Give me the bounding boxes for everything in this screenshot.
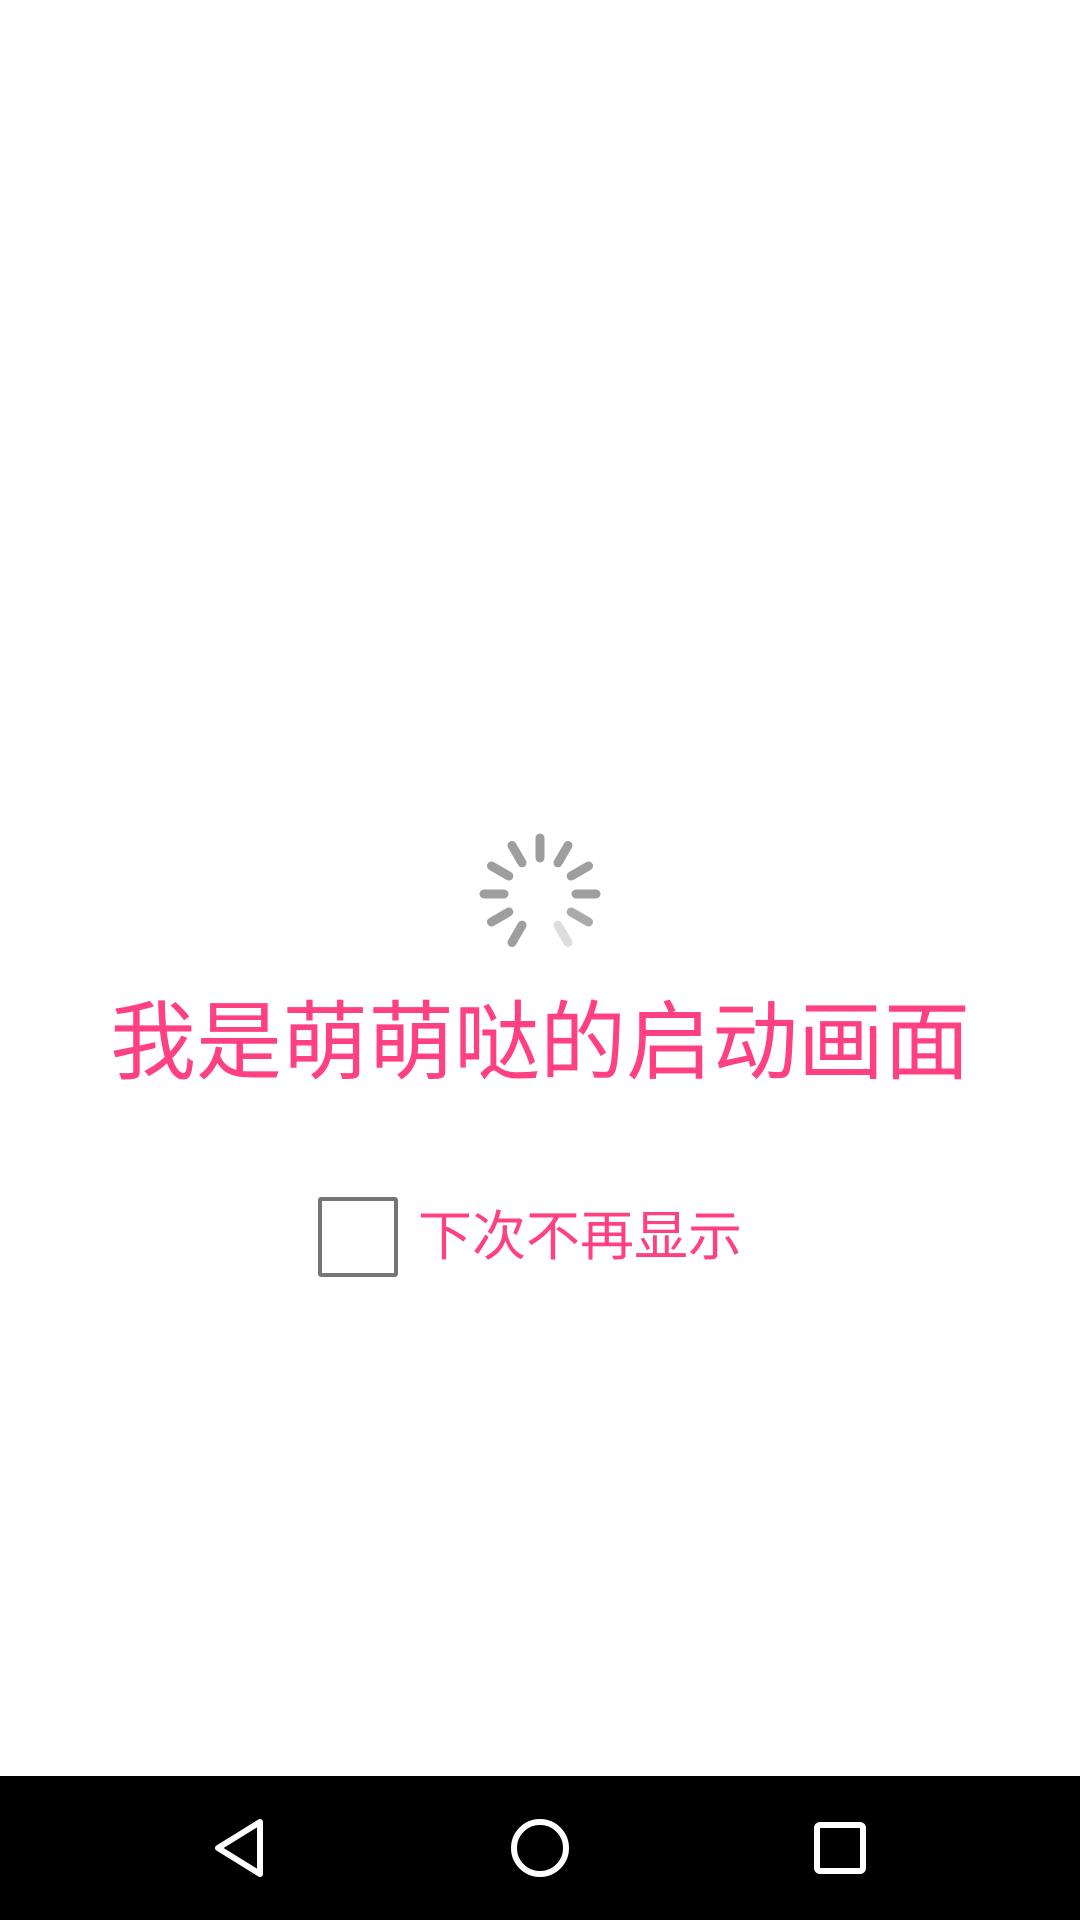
recents-button[interactable] (790, 1798, 890, 1898)
splash-title: 我是萌萌哒的启动画面 (110, 993, 970, 1093)
loading-spinner-icon (479, 833, 601, 947)
dont-show-again-label[interactable]: 下次不再显示 (418, 1202, 742, 1272)
back-triangle-icon (215, 1819, 263, 1877)
splash-content: 我是萌萌哒的启动画面 下次不再显示 (0, 0, 1080, 1776)
home-circle-icon (511, 1819, 569, 1877)
home-button[interactable] (490, 1798, 590, 1898)
back-button[interactable] (190, 1798, 290, 1898)
system-navigation-bar (0, 1776, 1080, 1920)
dont-show-again-option[interactable]: 下次不再显示 (318, 1194, 742, 1280)
dont-show-again-checkbox[interactable] (318, 1197, 398, 1277)
recents-square-icon (814, 1822, 866, 1874)
splash-screen: 我是萌萌哒的启动画面 下次不再显示 (0, 0, 1080, 1920)
